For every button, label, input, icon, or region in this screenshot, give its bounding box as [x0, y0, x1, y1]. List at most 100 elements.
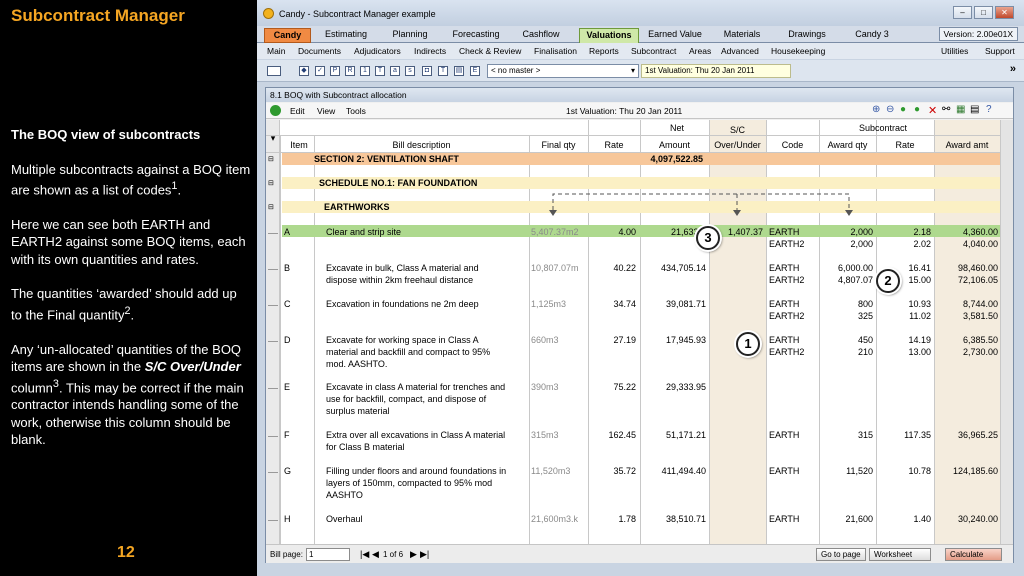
minimize-icon[interactable]: –: [953, 6, 972, 19]
sync-icon[interactable]: ●: [914, 104, 920, 115]
item-code: F: [284, 430, 290, 440]
subcontract-rate: 10.93: [908, 299, 931, 309]
subcontract-rate: 1.40: [913, 514, 931, 524]
menu-utilities[interactable]: Utilities: [941, 46, 968, 56]
callout-3: 3: [696, 226, 720, 250]
item-rate: 40.22: [613, 263, 636, 273]
sc-icon[interactable]: s: [405, 66, 415, 76]
item-code: H: [284, 514, 291, 524]
view-icon[interactable]: [267, 66, 281, 76]
camera-icon[interactable]: ◘: [422, 66, 432, 76]
font-icon[interactable]: T: [375, 66, 385, 76]
menu-advanced[interactable]: Advanced: [721, 46, 759, 56]
tab-drawings[interactable]: Drawings: [781, 28, 833, 43]
tab-candy[interactable]: Candy: [264, 28, 311, 43]
final-qty: 390m3: [531, 382, 559, 392]
close-icon[interactable]: ✕: [995, 6, 1014, 19]
zoom-out-icon[interactable]: ⊖: [886, 104, 894, 115]
award-qty: 21,600: [845, 514, 873, 524]
menu-main[interactable]: Main: [267, 46, 285, 56]
one-icon[interactable]: 1: [360, 66, 370, 76]
item-description: Excavate in class A material for trenche…: [326, 382, 506, 392]
back-icon[interactable]: [270, 105, 281, 116]
prev-page-icon[interactable]: ◀: [372, 549, 379, 560]
refresh-icon[interactable]: ●: [900, 104, 906, 115]
help-icon[interactable]: ?: [986, 104, 992, 115]
item-description: Extra over all excavations in Class A ma…: [326, 430, 506, 440]
subcontract-code: EARTH: [769, 514, 800, 524]
item-amount: 17,945.93: [665, 335, 706, 345]
subcontract-rate: 13.00: [908, 347, 931, 357]
layers-icon[interactable]: ◆: [299, 66, 309, 76]
go-to-page-button[interactable]: Go to page: [816, 548, 866, 561]
menu-reports[interactable]: Reports: [589, 46, 619, 56]
award-amount: 4,040.00: [962, 239, 998, 249]
zoom-in-icon[interactable]: ⊕: [872, 104, 880, 115]
tab-estimating[interactable]: Estimating: [319, 28, 373, 43]
menu-finalisation[interactable]: Finalisation: [534, 46, 577, 56]
tab-cashflow[interactable]: Cashflow: [517, 28, 565, 43]
paragraph-3: The quantities ‘awarded’ should add up t…: [11, 286, 237, 323]
item-description: Excavate for working space in Class A: [326, 335, 479, 345]
ad-icon[interactable]: a: [390, 66, 400, 76]
item-description: Excavation in foundations ne 2m deep: [326, 299, 479, 309]
first-page-icon[interactable]: |◀: [360, 549, 369, 560]
version-badge: Version: 2.00e01X: [938, 27, 1018, 41]
menu-housekeeping[interactable]: Housekeeping: [771, 46, 825, 56]
menu-adjudicators[interactable]: Adjudicators: [354, 46, 401, 56]
p-icon[interactable]: P: [330, 66, 340, 76]
r-icon[interactable]: R: [345, 66, 355, 76]
export-icon[interactable]: E: [470, 66, 480, 76]
tab-planning[interactable]: Planning: [385, 28, 435, 43]
menu-subcontract[interactable]: Subcontract: [631, 46, 676, 56]
window-controls: – □ ✕: [953, 6, 1014, 19]
printer-icon[interactable]: ▤: [970, 104, 979, 115]
item-description: Overhaul: [326, 514, 363, 524]
paragraph-4: Any ‘un-allocated’ quantities of the BOQ…: [11, 341, 244, 448]
award-qty: 315: [857, 430, 873, 440]
tab-valuations[interactable]: Valuations: [579, 28, 639, 43]
checkbox-icon[interactable]: ✓: [315, 66, 325, 76]
item-amount: 38,510.71: [665, 514, 706, 524]
menu-tools[interactable]: Tools: [346, 106, 366, 116]
excel-icon[interactable]: ▦: [956, 104, 965, 115]
binoculars-icon[interactable]: ⚯: [942, 104, 950, 115]
slide-title: Subcontract Manager: [11, 6, 185, 25]
callout-1: 1: [736, 332, 760, 356]
menu-documents[interactable]: Documents: [298, 46, 341, 56]
tab-earned-value[interactable]: Earned Value: [645, 28, 705, 43]
item-amount: 39,081.71: [665, 299, 706, 309]
award-amount: 4,360.00: [962, 227, 998, 237]
menu-indirects[interactable]: Indirects: [414, 46, 446, 56]
delete-icon[interactable]: ✕: [928, 104, 937, 117]
maximize-icon[interactable]: □: [974, 6, 993, 19]
next-page-icon[interactable]: ▶: [410, 549, 417, 560]
subcontract-rate: 2.02: [913, 239, 931, 249]
bill-page-input[interactable]: 1: [306, 548, 350, 561]
chevron-right-icon[interactable]: »: [1010, 63, 1016, 75]
subcontract-rate: 11.02: [909, 311, 931, 321]
row-marker: [268, 388, 278, 389]
final-qty: 10,807.07m: [531, 263, 579, 273]
menu-view[interactable]: View: [317, 106, 335, 116]
print-icon[interactable]: ▤: [454, 66, 464, 76]
subcontract-code: EARTH2: [769, 239, 805, 249]
tab-materials[interactable]: Materials: [717, 28, 767, 43]
menu-areas[interactable]: Areas: [689, 46, 711, 56]
tab-candy-3[interactable]: Candy 3: [849, 28, 895, 43]
menu-support[interactable]: Support: [985, 46, 1015, 56]
worksheet-button[interactable]: Worksheet: [869, 548, 932, 561]
menu-check-review[interactable]: Check & Review: [459, 46, 521, 56]
tools-icon[interactable]: T: [438, 66, 448, 76]
valuation-field[interactable]: 1st Valuation: Thu 20 Jan 2011: [641, 64, 791, 78]
award-qty: 2,000: [850, 239, 873, 249]
last-page-icon[interactable]: ▶|: [420, 549, 429, 560]
tab-forecasting[interactable]: Forecasting: [447, 28, 505, 43]
award-amount: 36,965.25: [957, 430, 998, 440]
menu-edit[interactable]: Edit: [290, 106, 305, 116]
master-dropdown[interactable]: < no master > ▾: [487, 64, 639, 78]
calculate-button[interactable]: Calculate: [945, 548, 1003, 561]
page-indicator: 1 of 6: [383, 550, 404, 559]
final-qty: 315m3: [531, 430, 559, 440]
item-code: C: [284, 299, 291, 309]
